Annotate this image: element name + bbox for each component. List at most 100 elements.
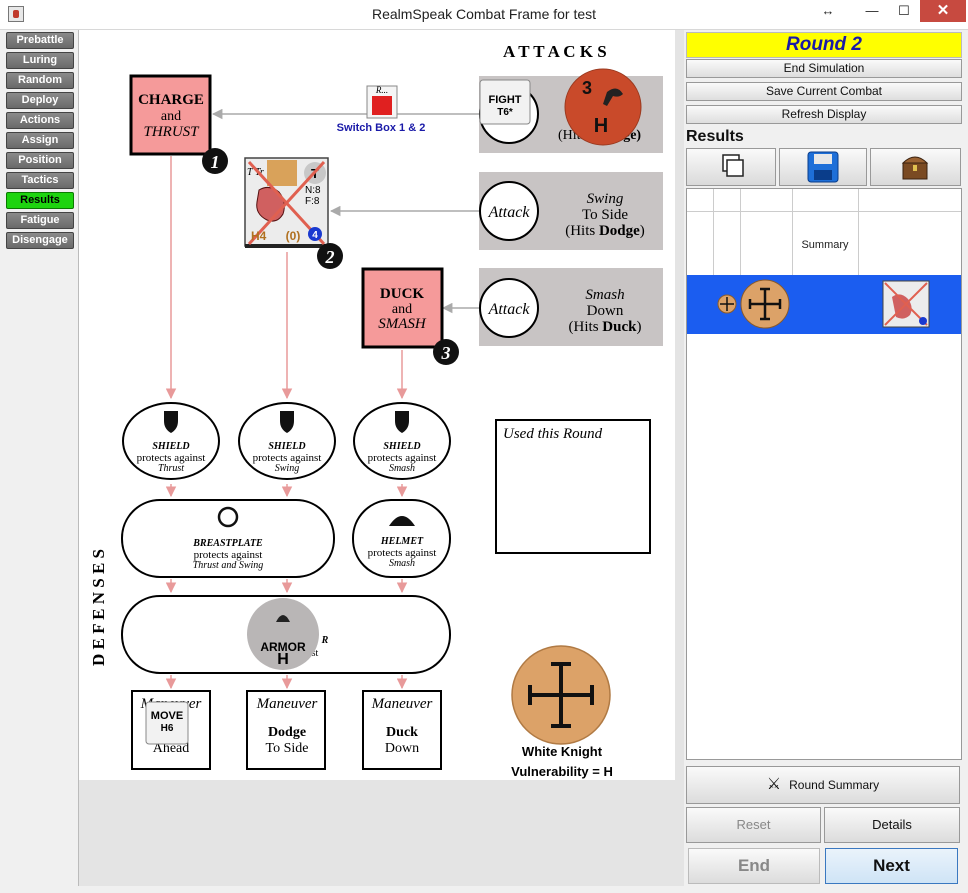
enemy-card-stats1: N:8 (305, 185, 321, 196)
shield-title-1: SHIELD (152, 441, 189, 452)
switch-box-red-icon (372, 96, 392, 115)
nav-deploy[interactable]: Deploy (6, 92, 74, 109)
floppy-save-icon (807, 151, 839, 183)
helmet-target: Smash (389, 558, 415, 569)
nav-position[interactable]: Position (6, 152, 74, 169)
end-button[interactable]: End (688, 848, 820, 884)
monster-chit-letter: H (594, 115, 608, 137)
fight-chit-line1: FIGHT (489, 94, 522, 106)
combat-board-area: A T T A C K S Attack Attack (Hits arge) … (78, 30, 684, 886)
knight-vulnerability: Vulnerability = H (511, 764, 613, 779)
row-content (717, 279, 930, 329)
copy-icon-button[interactable] (686, 148, 776, 186)
minimize-button[interactable]: — (856, 0, 888, 22)
save-combat-button[interactable]: Save Current Combat (686, 82, 962, 101)
shield-target-1: Thrust (158, 463, 184, 474)
nav-prebattle[interactable]: Prebattle (6, 32, 74, 49)
move-chit-line2: H6 (161, 723, 174, 734)
results-label: Results (686, 128, 744, 145)
used-this-round-label: Used this Round (503, 426, 603, 442)
duck-line2: and (392, 302, 412, 317)
duck-number: 3 (441, 343, 451, 363)
enemy-number: 2 (325, 247, 335, 267)
charge-line3: THRUST (143, 124, 200, 140)
attack-text-3a: Smash (585, 287, 624, 303)
right-panel: Round 2 End Simulation Save Current Comb… (686, 30, 962, 886)
maneuver-line1-3: Duck (386, 725, 418, 740)
nav-random[interactable]: Random (6, 72, 74, 89)
switch-box-chit-label: R... (375, 85, 388, 95)
close-button[interactable]: ✕ (920, 0, 966, 22)
maneuver-line1-2: Dodge (268, 725, 306, 740)
attack-text-3b: Down (587, 303, 624, 319)
breastplate-title: BREASTPLATE (192, 538, 263, 549)
attack-text-2b: To Side (582, 207, 628, 223)
phase-nav: Prebattle Luring Random Deploy Actions A… (6, 32, 76, 252)
attack-text-2a: Swing (587, 191, 624, 207)
move-chit-line1: MOVE (151, 710, 183, 722)
title-bar: RealmSpeak Combat Frame for test ↔ — ☐ ✕ (0, 0, 968, 30)
shield-target-2: Swing (275, 463, 299, 474)
attack-circle-label-3: Attack (488, 301, 531, 318)
defenses-title: D E F E N S E S (89, 549, 108, 666)
maneuver-title-3: Maneuver (371, 696, 433, 712)
combat-window: RealmSpeak Combat Frame for test ↔ — ☐ ✕… (0, 0, 968, 893)
breastplate-icon (217, 506, 239, 528)
enemy-card-harm: H4 (251, 229, 267, 243)
maneuver-line2-3: Down (385, 741, 419, 756)
results-table[interactable]: Summary (686, 188, 962, 760)
nav-actions[interactable]: Actions (6, 112, 74, 129)
enemy-card-shadow (245, 244, 328, 248)
round-summary-button[interactable]: ⚔ Round Summary (686, 766, 960, 804)
enemy-card-badge: 4 (312, 230, 318, 241)
refresh-display-button[interactable]: Refresh Display (686, 105, 962, 124)
table-row[interactable] (687, 275, 961, 334)
duck-line3: SMASH (378, 316, 427, 332)
treasure-chest-icon (901, 156, 929, 180)
attacks-title: A T T A C K S (503, 42, 607, 61)
maximize-button[interactable]: ☐ (888, 0, 920, 22)
attack-text-2c: (Hits Dodge) (565, 223, 645, 239)
knight-name: White Knight (522, 744, 603, 759)
nav-results[interactable]: Results (6, 192, 74, 209)
round-indicator: Round 2 (686, 32, 962, 58)
combat-board: A T T A C K S Attack Attack (Hits arge) … (79, 30, 675, 780)
copy-icon (722, 154, 744, 177)
monster-chit-number: 3 (582, 78, 592, 98)
crossed-swords-icon: ⚔ (766, 776, 782, 793)
charge-line1: CHARGE (138, 92, 204, 108)
helmet-title: HELMET (380, 536, 424, 547)
maneuver-line2-2: To Side (266, 741, 309, 756)
charge-line2: and (161, 109, 181, 124)
end-simulation-button[interactable]: End Simulation (686, 59, 962, 78)
nav-fatigue[interactable]: Fatigue (6, 212, 74, 229)
armor-partial: R (321, 635, 329, 646)
shield-title-3: SHIELD (383, 441, 420, 452)
treasure-icon-button[interactable] (870, 148, 961, 186)
switch-box-text: Switch Box 1 & 2 (337, 122, 426, 134)
duck-line1: DUCK (380, 286, 424, 302)
shield-title-2: SHIELD (268, 441, 305, 452)
attack-text-3c: (Hits Duck) (569, 319, 642, 335)
nav-tactics[interactable]: Tactics (6, 172, 74, 189)
next-button[interactable]: Next (825, 848, 958, 884)
fight-chit-line2: T6* (497, 107, 513, 118)
summary-header: Summary (801, 239, 849, 251)
charge-number: 1 (211, 152, 220, 172)
nav-disengage[interactable]: Disengage (6, 232, 74, 249)
enemy-card-token (267, 160, 297, 186)
enemy-card-armor: (0) (286, 229, 301, 243)
round-summary-label: Round Summary (789, 778, 880, 792)
reset-button[interactable]: Reset (686, 807, 821, 843)
resize-icon[interactable]: ↔ (812, 0, 844, 22)
details-button[interactable]: Details (824, 807, 960, 843)
attack-circle-label-2: Attack (488, 204, 531, 221)
enemy-card-stats2: F:8 (305, 196, 320, 207)
breastplate-target: Thrust and Swing (193, 560, 264, 571)
table-header-line (687, 211, 961, 212)
armor-chit-letter: H (277, 651, 289, 668)
save-icon-button[interactable] (779, 148, 867, 186)
shield-target-3: Smash (389, 463, 415, 474)
nav-assign[interactable]: Assign (6, 132, 74, 149)
nav-luring[interactable]: Luring (6, 52, 74, 69)
